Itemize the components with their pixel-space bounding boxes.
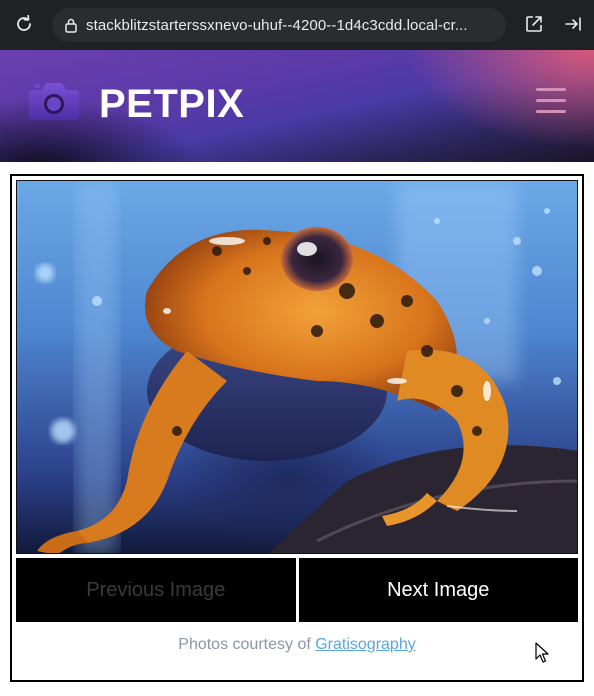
hamburger-menu-icon[interactable] bbox=[536, 88, 566, 114]
gratisography-link[interactable]: Gratisography bbox=[315, 636, 416, 653]
pet-photo bbox=[16, 180, 578, 554]
brand-title[interactable]: PETPIX bbox=[99, 82, 244, 127]
next-image-button[interactable]: Next Image bbox=[298, 558, 578, 622]
photo-credit: Photos courtesy of Gratisography bbox=[12, 636, 582, 654]
lock-icon bbox=[64, 17, 78, 33]
gallery-card: Previous Image Next Image Photos courtes… bbox=[10, 174, 584, 682]
url-text: stackblitzstarterssxnevo-uhuf--4200--1d4… bbox=[86, 16, 468, 34]
camera-icon bbox=[28, 78, 80, 122]
previous-image-button[interactable]: Previous Image bbox=[16, 558, 296, 622]
open-external-icon[interactable] bbox=[523, 13, 545, 35]
browser-toolbar: stackblitzstarterssxnevo-uhuf--4200--1d4… bbox=[0, 0, 594, 50]
mouse-cursor-icon bbox=[535, 642, 551, 664]
gallery-controls: Previous Image Next Image bbox=[16, 558, 578, 622]
address-bar[interactable]: stackblitzstarterssxnevo-uhuf--4200--1d4… bbox=[52, 8, 506, 42]
sidebar-collapse-icon[interactable] bbox=[562, 13, 584, 35]
credit-prefix: Photos courtesy of bbox=[178, 636, 316, 653]
app-header: PETPIX bbox=[0, 50, 594, 162]
reload-icon[interactable] bbox=[12, 12, 36, 36]
